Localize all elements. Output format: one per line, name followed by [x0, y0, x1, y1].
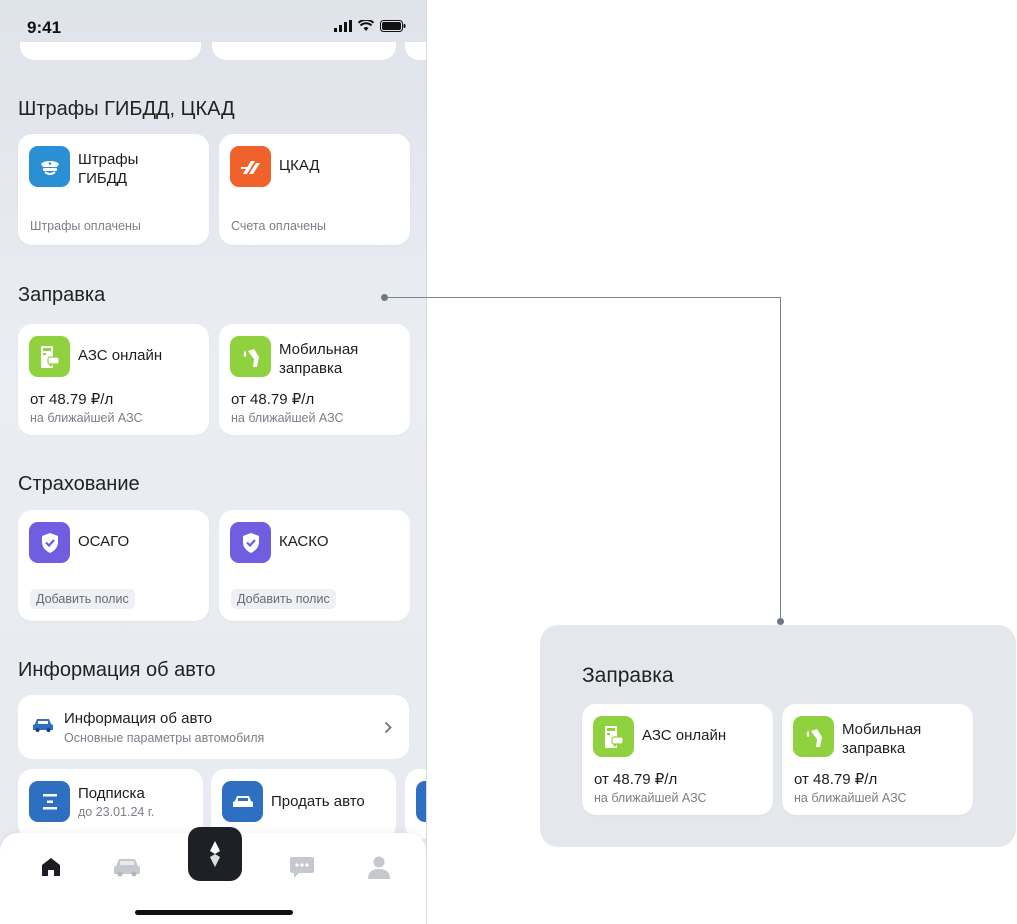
home-indicator: [135, 910, 293, 915]
card-name: Мобильная заправка: [842, 721, 922, 757]
card-price: от 48.79 ₽/л: [231, 391, 315, 408]
shield-check-icon: [230, 522, 271, 563]
peek-card: [212, 42, 396, 60]
add-policy-button[interactable]: Добавить полис: [30, 589, 135, 609]
car-sell-icon: [222, 781, 263, 822]
subscription-title: Подписка: [78, 785, 145, 802]
fuel-nozzle-icon: [793, 716, 834, 757]
car-info-title: Информация об авто: [64, 710, 213, 727]
tab-bar: [0, 827, 426, 924]
connector-line-vertical: [780, 297, 781, 621]
connector-dot-end: [777, 618, 784, 625]
chevron-right-icon: [384, 721, 392, 734]
gas-station-icon: [593, 716, 634, 757]
shield-check-icon: [29, 522, 70, 563]
card-price: от 48.79 ₽/л: [794, 771, 878, 788]
car-info-desc: Основные параметры автомобиля: [64, 731, 265, 745]
card-note: на ближайшей АЗС: [231, 411, 344, 425]
zoom-card-azs-online: АЗС онлайн от 48.79 ₽/л на ближайшей АЗС: [582, 704, 773, 815]
subscription-date: до 23.01.24 г.: [78, 805, 155, 819]
brand-logo-icon[interactable]: [188, 827, 242, 881]
card-azs-online[interactable]: АЗС онлайн от 48.79 ₽/л на ближайшей АЗС: [18, 324, 209, 435]
fuel-nozzle-icon: [230, 336, 271, 377]
card-ckad[interactable]: ЦКАД Счета оплачены: [219, 134, 410, 245]
section-title-fuel: Заправка: [18, 284, 106, 306]
zoom-section-title: Заправка: [582, 664, 674, 687]
connector-line-horizontal: [385, 297, 781, 298]
battery-icon: [380, 20, 406, 32]
wifi-icon: [358, 20, 374, 31]
signal-icon: [334, 20, 352, 32]
section-title-fines: Штрафы ГИБДД, ЦКАД: [18, 98, 235, 120]
card-osago[interactable]: ОСАГО Добавить полис: [18, 510, 209, 621]
card-status: Штрафы оплачены: [30, 219, 141, 233]
card-name: ЦКАД: [279, 157, 320, 174]
peek-card: [405, 769, 426, 839]
gas-station-icon: [29, 336, 70, 377]
sell-car-card[interactable]: Продать авто: [211, 769, 396, 839]
card-name: Штрафы ГИБДД: [78, 151, 139, 187]
phone-screen: 9:41 Штрафы ГИБДД, ЦКАД Штрафы ГИБДД Штра…: [0, 0, 427, 924]
subscription-card[interactable]: Подписка до 23.01.24 г.: [18, 769, 203, 839]
peek-card: [20, 42, 201, 60]
card-note: на ближайшей АЗС: [794, 791, 907, 805]
zoom-callout: Заправка АЗС онлайн от 48.79 ₽/л на ближ…: [540, 625, 1016, 847]
car-icon: [33, 719, 53, 732]
card-note: на ближайшей АЗС: [30, 411, 143, 425]
status-icons: [334, 20, 406, 32]
card-note: на ближайшей АЗС: [594, 791, 707, 805]
card-mobile-fuel[interactable]: Мобильная заправка от 48.79 ₽/л на ближай…: [219, 324, 410, 435]
add-policy-button[interactable]: Добавить полис: [231, 589, 336, 609]
connector-dot-start: [381, 294, 388, 301]
chat-icon[interactable]: [287, 852, 317, 882]
subscription-icon: [29, 781, 70, 822]
card-status: Счета оплачены: [231, 219, 326, 233]
profile-icon[interactable]: [364, 852, 394, 882]
home-icon[interactable]: [36, 852, 66, 882]
zoom-card-mobile-fuel: Мобильная заправка от 48.79 ₽/л на ближай…: [782, 704, 973, 815]
card-name: КАСКО: [279, 533, 329, 550]
car-info-row[interactable]: Информация об авто Основные параметры ав…: [18, 695, 409, 759]
sell-car-title: Продать авто: [271, 793, 365, 810]
police-cap-icon: [29, 146, 70, 187]
card-name: ОСАГО: [78, 533, 130, 550]
card-kasko[interactable]: КАСКО Добавить полис: [219, 510, 410, 621]
card-name: АЗС онлайн: [642, 727, 727, 744]
card-name: Мобильная заправка: [279, 341, 359, 377]
card-name: АЗС онлайн: [78, 347, 163, 364]
section-title-car-info: Информация об авто: [18, 659, 216, 681]
card-gibdd-fines[interactable]: Штрафы ГИБДД Штрафы оплачены: [18, 134, 209, 245]
status-time: 9:41: [27, 18, 62, 37]
card-price: от 48.79 ₽/л: [594, 771, 678, 788]
ckad-road-icon: [230, 146, 271, 187]
car-tab-icon[interactable]: [112, 852, 142, 882]
peek-card: [405, 42, 426, 60]
card-price: от 48.79 ₽/л: [30, 391, 114, 408]
section-title-insurance: Страхование: [18, 473, 140, 495]
